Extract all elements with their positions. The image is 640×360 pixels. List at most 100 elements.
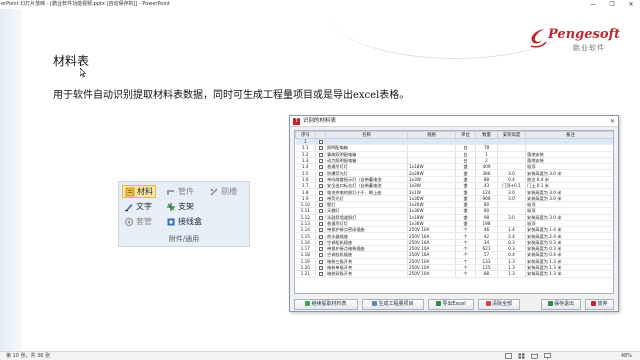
generate-items-button[interactable]: 生成工程量项目 (362, 299, 424, 310)
save-exit-label: 保存退出 (553, 301, 574, 307)
material-icon (125, 187, 135, 197)
checkbox-icon[interactable] (318, 234, 323, 239)
col-header-name[interactable]: 名称 (325, 131, 408, 139)
ribbon-material-button[interactable]: 材料 (122, 185, 156, 198)
save-exit-button[interactable]: 保存退出 (541, 299, 581, 310)
ribbon-pipe-fitting-label: 管件 (178, 187, 194, 196)
checkbox-icon[interactable] (318, 209, 323, 214)
generate-items-label: 生成工程量项目 (378, 301, 414, 307)
col-header-check (315, 131, 326, 139)
window-titlebar: erPoint 幻灯片放映 - [鹏业软件功能视频.pptx [自动保存的]] … (0, 0, 640, 9)
checkbox-icon[interactable] (318, 196, 323, 201)
extract-table-label: 继续提取材料表 (311, 301, 347, 307)
minimize-button[interactable]: — (584, 0, 602, 9)
cancel-icon (591, 301, 597, 306)
checkbox-icon[interactable] (318, 240, 323, 245)
zoom-level[interactable]: 48% (621, 352, 632, 360)
col-header-qty[interactable]: 数量 (475, 131, 498, 139)
col-header-remark[interactable]: 备注 (525, 131, 613, 139)
dialog-button-bar: 继续提取材料表 生成工程量项目 导出Excel 清除全部 保存退出 放弃 (290, 299, 618, 311)
cell-name: 暗装双极开关 (325, 270, 408, 278)
ribbon-pipe-fitting-button[interactable]: 管件 (164, 185, 196, 198)
checkbox-icon[interactable] (318, 171, 323, 176)
checkbox-icon[interactable] (318, 253, 323, 258)
cancel-label: 放弃 (597, 301, 608, 307)
ribbon-junction-box-button[interactable]: 接线盒 (164, 215, 204, 228)
col-header-height[interactable]: 安装高度 (497, 131, 526, 139)
cell-spec: 250V 10A (407, 270, 456, 278)
slide-title: 材料表 (53, 54, 90, 68)
ribbon-panel: 材料 管件 剔槽 文字 支架 套管 接线盒 附件/通用 (118, 181, 250, 247)
checkbox-icon[interactable] (318, 140, 323, 144)
slide-sorter-icon[interactable] (518, 353, 525, 359)
bracket-icon (166, 202, 176, 212)
normal-view-icon[interactable] (505, 353, 512, 359)
ribbon-bracket-button[interactable]: 支架 (164, 200, 196, 213)
ribbon-groove-button[interactable]: 剔槽 (207, 185, 239, 198)
cell-index: 1.21 (295, 270, 316, 278)
checkbox-icon[interactable] (318, 247, 323, 251)
clear-all-label: 清除全部 (491, 301, 512, 307)
dialog-title: 识别的材料表 (303, 118, 337, 124)
excel-icon (436, 301, 442, 306)
checkbox-icon[interactable] (318, 215, 323, 220)
dialog-close-button[interactable]: ✕ (610, 116, 615, 127)
clear-all-button[interactable]: 清除全部 (478, 299, 520, 310)
cell-qty: 88 (475, 270, 498, 278)
app-icon: T (293, 118, 300, 125)
pengesoft-logo-icon (530, 29, 547, 48)
slideshow-icon[interactable] (544, 353, 551, 359)
generate-icon (372, 301, 378, 306)
restore-button[interactable]: ❐ (603, 0, 621, 9)
reading-view-icon[interactable] (531, 353, 538, 359)
ribbon-groove-label: 剔槽 (221, 187, 237, 196)
cell-remark: 安装高度为 1.3 米 (525, 270, 613, 278)
ribbon-sleeve-label: 套管 (136, 217, 152, 226)
col-header-spec[interactable]: 规格 (407, 131, 456, 139)
slide-decoration-left (0, 9, 22, 351)
checkbox-icon[interactable] (318, 266, 323, 270)
extract-table-button[interactable]: 继续提取材料表 (294, 299, 358, 310)
ribbon-junction-box-label: 接线盒 (178, 217, 202, 226)
close-button[interactable]: ✕ (622, 0, 640, 9)
cell-unit: 个 (455, 270, 476, 278)
slide-canvas: Pengesoft 鹏业软件 材料表 用于软件自动识别提取材料表数据，同时可生成… (0, 9, 640, 351)
checkbox-icon[interactable] (318, 222, 323, 226)
checkbox-icon[interactable] (318, 203, 323, 207)
material-table-dialog: T 识别的材料表 ✕ 序号 名称 规格 单位 数量 安装高度 备注 1 1.1 … (289, 115, 619, 312)
checkbox-icon[interactable] (318, 177, 323, 182)
col-header-index[interactable]: 序号 (295, 131, 316, 139)
checkbox-icon[interactable] (318, 184, 323, 188)
checkbox-icon[interactable] (318, 146, 323, 151)
mouse-cursor-icon (80, 68, 86, 77)
checkbox-icon[interactable] (318, 190, 323, 195)
checkbox-icon[interactable] (318, 259, 323, 264)
groove-icon (209, 187, 219, 197)
export-excel-button[interactable]: 导出Excel (428, 299, 474, 310)
checkbox-icon[interactable] (318, 228, 323, 232)
table-row[interactable]: 1.21 暗装双极开关 250V 10A 个 88 1.3 安装高度为 1.3 米 (295, 270, 613, 278)
logo-name: Pengesoft (548, 27, 621, 42)
checkbox-icon[interactable] (318, 165, 323, 169)
checkbox-icon[interactable] (318, 159, 323, 163)
col-header-unit[interactable]: 单位 (455, 131, 476, 139)
sleeve-icon (124, 217, 134, 227)
ribbon-text-button[interactable]: 文字 (122, 200, 154, 213)
checkbox-icon[interactable] (318, 272, 323, 276)
status-bar: 第 10 张，共 36 张 48% (0, 351, 640, 360)
dialog-titlebar: T 识别的材料表 ✕ (290, 116, 618, 127)
checkbox-icon[interactable] (318, 152, 323, 157)
row-checkbox[interactable] (315, 270, 326, 278)
checkmark-icon (547, 301, 553, 306)
logo-subtitle: 鹏业软件 (573, 44, 605, 52)
cell-height: 1.3 (497, 270, 526, 278)
material-grid[interactable]: 序号 名称 规格 单位 数量 安装高度 备注 1 1.1 照明配电箱台 78 1.2 事故… (294, 130, 614, 294)
ribbon-bracket-label: 支架 (178, 202, 194, 211)
material-table: 序号 名称 规格 单位 数量 安装高度 备注 1 1.1 照明配电箱台 78 1.2 事故… (295, 131, 613, 278)
slide-counter: 第 10 张，共 36 张 (6, 353, 51, 359)
ribbon-sleeve-button[interactable]: 套管 (122, 215, 154, 228)
export-excel-label: 导出Excel (442, 301, 466, 307)
cancel-button[interactable]: 放弃 (585, 299, 614, 310)
ribbon-material-label: 材料 (137, 187, 153, 196)
junction-box-icon (166, 217, 176, 227)
